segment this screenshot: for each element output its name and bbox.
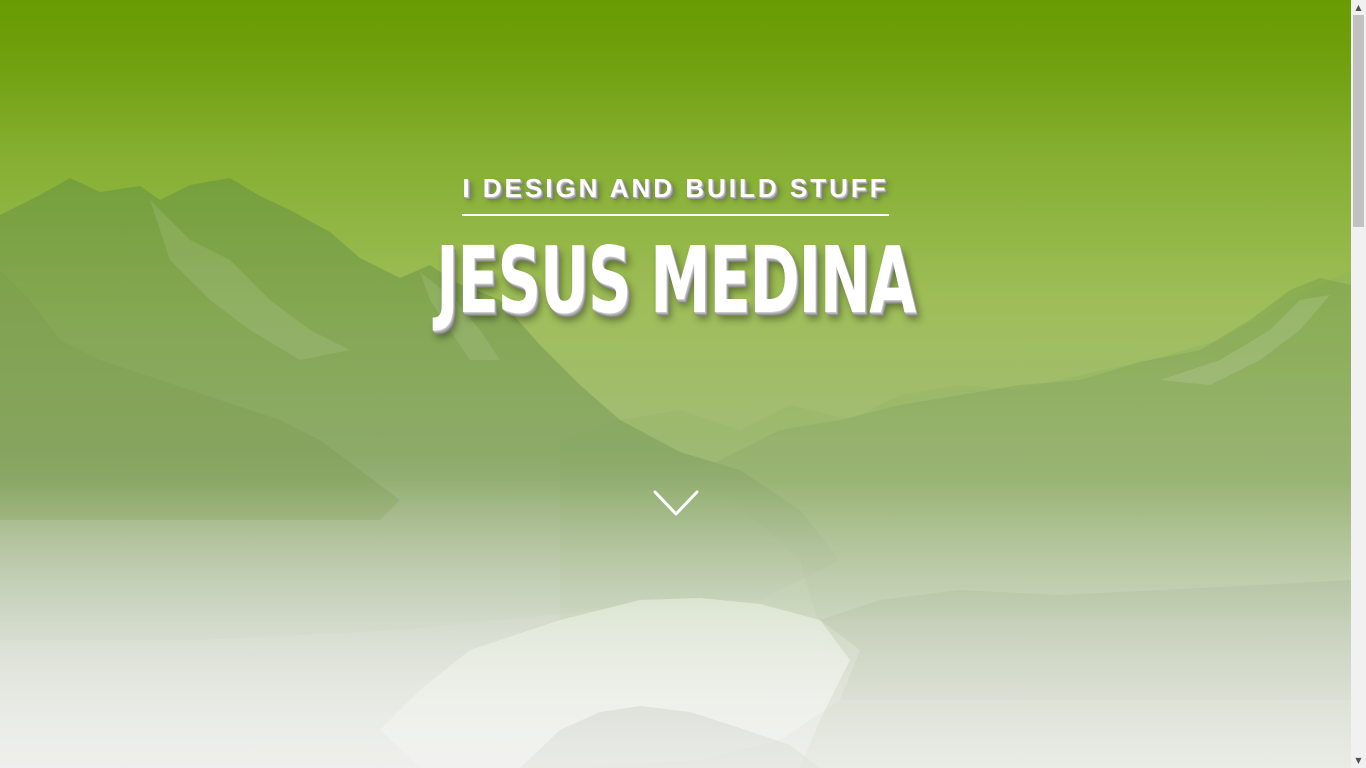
tagline-underline: I DESIGN AND BUILD STUFF <box>462 170 889 216</box>
page-scrollbar[interactable]: ▲ ▼ <box>1351 0 1366 768</box>
scroll-down-button[interactable] <box>652 488 700 520</box>
chevron-down-icon <box>653 490 699 516</box>
hero-heading-group: I DESIGN AND BUILD STUFF JESUS MEDINA <box>0 170 1351 386</box>
hero-tagline: I DESIGN AND BUILD STUFF <box>462 173 889 203</box>
scroll-up-arrow-icon[interactable]: ▲ <box>1351 0 1366 15</box>
hero-section: I DESIGN AND BUILD STUFF JESUS MEDINA <box>0 0 1351 768</box>
scroll-down-arrow-icon[interactable]: ▼ <box>1351 753 1366 768</box>
scrollbar-thumb[interactable] <box>1353 15 1364 227</box>
hero-name: JESUS MEDINA <box>436 227 916 334</box>
